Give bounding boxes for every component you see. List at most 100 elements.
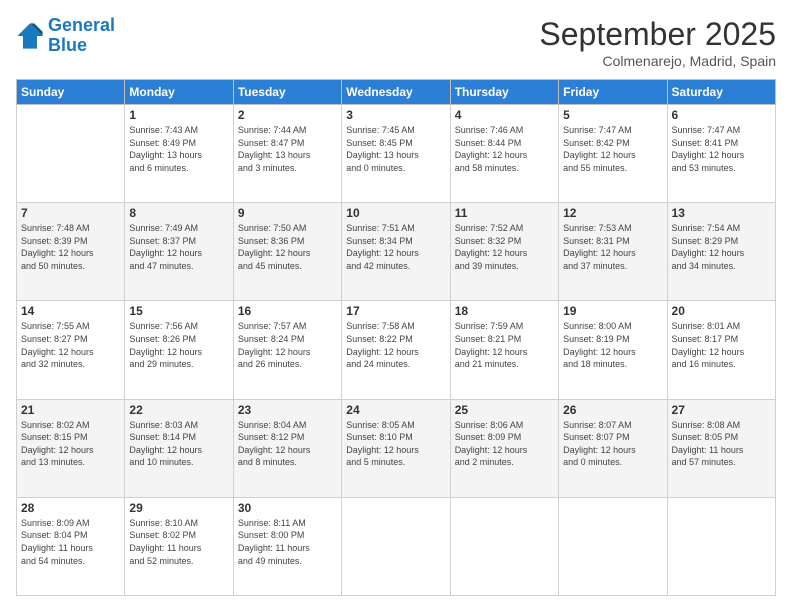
logo: General Blue <box>16 16 115 56</box>
day-number: 14 <box>21 304 120 318</box>
weekday-header: Monday <box>125 80 233 105</box>
logo-line2: Blue <box>48 35 87 55</box>
calendar-cell: 27 Sunrise: 8:08 AM Sunset: 8:05 PM Dayli… <box>667 399 775 497</box>
month-title: September 2025 <box>539 16 776 53</box>
day-info: Sunrise: 7:46 AM Sunset: 8:44 PM Dayligh… <box>455 124 554 174</box>
calendar-cell: 4 Sunrise: 7:46 AM Sunset: 8:44 PM Daylig… <box>450 105 558 203</box>
calendar-cell: 28 Sunrise: 8:09 AM Sunset: 8:04 PM Dayli… <box>17 497 125 595</box>
day-number: 4 <box>455 108 554 122</box>
header: General Blue September 2025 Colmenarejo,… <box>16 16 776 69</box>
logo-icon <box>16 22 44 50</box>
calendar-week-row: 28 Sunrise: 8:09 AM Sunset: 8:04 PM Dayli… <box>17 497 776 595</box>
day-number: 1 <box>129 108 228 122</box>
calendar-cell: 26Sunrise: 8:07 AM Sunset: 8:07 PM Dayli… <box>559 399 667 497</box>
calendar-cell: 20 Sunrise: 8:01 AM Sunset: 8:17 PM Dayli… <box>667 301 775 399</box>
day-info: Sunrise: 7:43 AM Sunset: 8:49 PM Dayligh… <box>129 124 228 174</box>
day-number: 30 <box>238 501 337 515</box>
day-number: 8 <box>129 206 228 220</box>
weekday-header: Thursday <box>450 80 558 105</box>
calendar-cell: 8 Sunrise: 7:49 AM Sunset: 8:37 PM Daylig… <box>125 203 233 301</box>
day-info: Sunrise: 8:06 AM Sunset: 8:09 PM Dayligh… <box>455 419 554 469</box>
calendar-week-row: 7Sunrise: 7:48 AM Sunset: 8:39 PM Daylig… <box>17 203 776 301</box>
calendar-cell: 22Sunrise: 8:03 AM Sunset: 8:14 PM Dayli… <box>125 399 233 497</box>
day-info: Sunrise: 7:59 AM Sunset: 8:21 PM Dayligh… <box>455 320 554 370</box>
calendar-cell <box>667 497 775 595</box>
calendar-cell: 24Sunrise: 8:05 AM Sunset: 8:10 PM Dayli… <box>342 399 450 497</box>
calendar-week-row: 21Sunrise: 8:02 AM Sunset: 8:15 PM Dayli… <box>17 399 776 497</box>
day-info: Sunrise: 7:54 AM Sunset: 8:29 PM Dayligh… <box>672 222 771 272</box>
calendar-cell: 10Sunrise: 7:51 AM Sunset: 8:34 PM Dayli… <box>342 203 450 301</box>
day-number: 20 <box>672 304 771 318</box>
day-info: Sunrise: 8:07 AM Sunset: 8:07 PM Dayligh… <box>563 419 662 469</box>
day-info: Sunrise: 7:55 AM Sunset: 8:27 PM Dayligh… <box>21 320 120 370</box>
logo-text: General Blue <box>48 16 115 56</box>
calendar-cell: 30Sunrise: 8:11 AM Sunset: 8:00 PM Dayli… <box>233 497 341 595</box>
calendar-cell: 17 Sunrise: 7:58 AM Sunset: 8:22 PM Dayli… <box>342 301 450 399</box>
day-number: 23 <box>238 403 337 417</box>
day-info: Sunrise: 8:05 AM Sunset: 8:10 PM Dayligh… <box>346 419 445 469</box>
day-info: Sunrise: 8:09 AM Sunset: 8:04 PM Dayligh… <box>21 517 120 567</box>
calendar-table: SundayMondayTuesdayWednesdayThursdayFrid… <box>16 79 776 596</box>
day-info: Sunrise: 7:57 AM Sunset: 8:24 PM Dayligh… <box>238 320 337 370</box>
calendar-cell <box>17 105 125 203</box>
location-subtitle: Colmenarejo, Madrid, Spain <box>539 53 776 69</box>
day-number: 10 <box>346 206 445 220</box>
day-info: Sunrise: 7:50 AM Sunset: 8:36 PM Dayligh… <box>238 222 337 272</box>
day-info: Sunrise: 7:58 AM Sunset: 8:22 PM Dayligh… <box>346 320 445 370</box>
day-info: Sunrise: 7:47 AM Sunset: 8:41 PM Dayligh… <box>672 124 771 174</box>
day-info: Sunrise: 7:56 AM Sunset: 8:26 PM Dayligh… <box>129 320 228 370</box>
day-number: 19 <box>563 304 662 318</box>
weekday-header: Tuesday <box>233 80 341 105</box>
day-info: Sunrise: 8:03 AM Sunset: 8:14 PM Dayligh… <box>129 419 228 469</box>
day-number: 29 <box>129 501 228 515</box>
calendar-cell: 1 Sunrise: 7:43 AM Sunset: 8:49 PM Daylig… <box>125 105 233 203</box>
day-info: Sunrise: 7:52 AM Sunset: 8:32 PM Dayligh… <box>455 222 554 272</box>
day-number: 17 <box>346 304 445 318</box>
calendar-cell: 2 Sunrise: 7:44 AM Sunset: 8:47 PM Daylig… <box>233 105 341 203</box>
calendar-cell: 12Sunrise: 7:53 AM Sunset: 8:31 PM Dayli… <box>559 203 667 301</box>
calendar-week-row: 14 Sunrise: 7:55 AM Sunset: 8:27 PM Dayli… <box>17 301 776 399</box>
day-number: 16 <box>238 304 337 318</box>
day-info: Sunrise: 8:08 AM Sunset: 8:05 PM Dayligh… <box>672 419 771 469</box>
weekday-header: Friday <box>559 80 667 105</box>
calendar-cell: 11Sunrise: 7:52 AM Sunset: 8:32 PM Dayli… <box>450 203 558 301</box>
calendar-cell <box>450 497 558 595</box>
day-number: 3 <box>346 108 445 122</box>
day-number: 28 <box>21 501 120 515</box>
day-info: Sunrise: 7:47 AM Sunset: 8:42 PM Dayligh… <box>563 124 662 174</box>
calendar-cell: 5 Sunrise: 7:47 AM Sunset: 8:42 PM Daylig… <box>559 105 667 203</box>
day-info: Sunrise: 7:49 AM Sunset: 8:37 PM Dayligh… <box>129 222 228 272</box>
day-number: 27 <box>672 403 771 417</box>
calendar-cell: 29 Sunrise: 8:10 AM Sunset: 8:02 PM Dayli… <box>125 497 233 595</box>
calendar-cell: 13 Sunrise: 7:54 AM Sunset: 8:29 PM Dayli… <box>667 203 775 301</box>
day-info: Sunrise: 7:44 AM Sunset: 8:47 PM Dayligh… <box>238 124 337 174</box>
day-info: Sunrise: 8:04 AM Sunset: 8:12 PM Dayligh… <box>238 419 337 469</box>
day-number: 6 <box>672 108 771 122</box>
calendar-cell: 6 Sunrise: 7:47 AM Sunset: 8:41 PM Daylig… <box>667 105 775 203</box>
calendar-cell: 23 Sunrise: 8:04 AM Sunset: 8:12 PM Dayli… <box>233 399 341 497</box>
calendar-cell: 16 Sunrise: 7:57 AM Sunset: 8:24 PM Dayli… <box>233 301 341 399</box>
calendar-cell: 7Sunrise: 7:48 AM Sunset: 8:39 PM Daylig… <box>17 203 125 301</box>
day-info: Sunrise: 7:53 AM Sunset: 8:31 PM Dayligh… <box>563 222 662 272</box>
calendar-cell: 21Sunrise: 8:02 AM Sunset: 8:15 PM Dayli… <box>17 399 125 497</box>
day-number: 13 <box>672 206 771 220</box>
calendar-cell: 18Sunrise: 7:59 AM Sunset: 8:21 PM Dayli… <box>450 301 558 399</box>
day-number: 7 <box>21 206 120 220</box>
weekday-header: Saturday <box>667 80 775 105</box>
calendar-cell: 9 Sunrise: 7:50 AM Sunset: 8:36 PM Daylig… <box>233 203 341 301</box>
day-info: Sunrise: 8:10 AM Sunset: 8:02 PM Dayligh… <box>129 517 228 567</box>
day-number: 21 <box>21 403 120 417</box>
calendar-cell: 15 Sunrise: 7:56 AM Sunset: 8:26 PM Dayli… <box>125 301 233 399</box>
day-info: Sunrise: 7:45 AM Sunset: 8:45 PM Dayligh… <box>346 124 445 174</box>
title-block: September 2025 Colmenarejo, Madrid, Spai… <box>539 16 776 69</box>
weekday-header: Wednesday <box>342 80 450 105</box>
day-number: 2 <box>238 108 337 122</box>
day-number: 9 <box>238 206 337 220</box>
day-number: 15 <box>129 304 228 318</box>
day-info: Sunrise: 8:01 AM Sunset: 8:17 PM Dayligh… <box>672 320 771 370</box>
calendar-cell <box>559 497 667 595</box>
calendar-cell: 3 Sunrise: 7:45 AM Sunset: 8:45 PM Daylig… <box>342 105 450 203</box>
day-number: 5 <box>563 108 662 122</box>
calendar-cell: 25Sunrise: 8:06 AM Sunset: 8:09 PM Dayli… <box>450 399 558 497</box>
weekday-header: Sunday <box>17 80 125 105</box>
